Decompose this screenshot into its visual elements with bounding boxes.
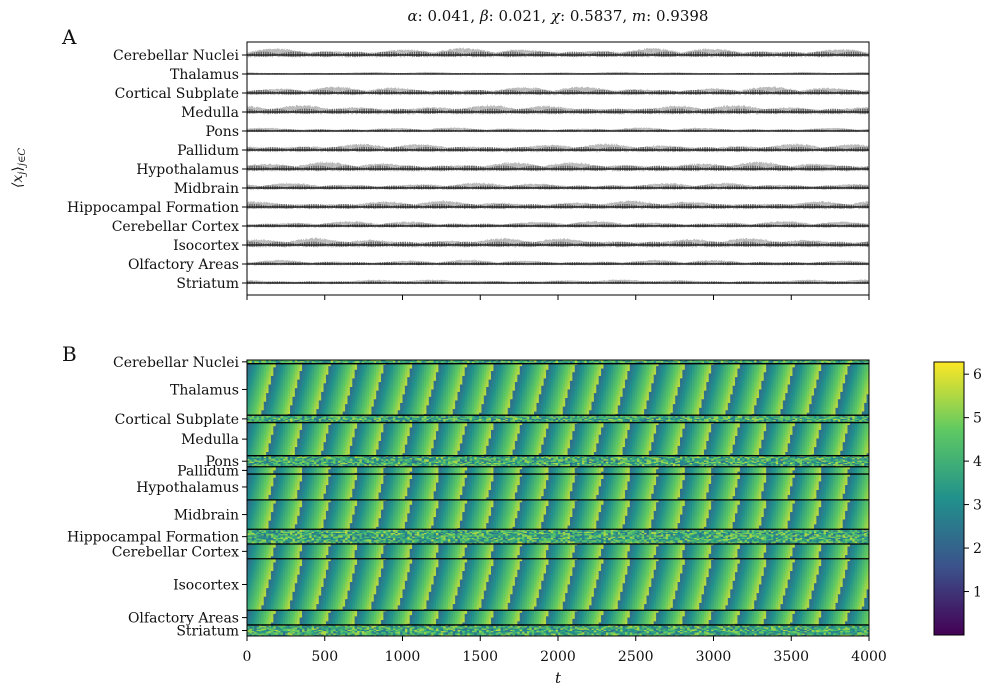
ytick-label: Hippocampal Formation (67, 200, 239, 216)
panel-a-yticks: Cerebellar Nuclei Thalamus Cortical Subpla… (67, 48, 247, 292)
ytick-label: Thalamus (170, 67, 239, 83)
ytick-label: Medulla (181, 105, 239, 121)
panel-b-label: B (62, 342, 77, 366)
title-value: : 0.041, (418, 7, 480, 25)
title-symbol: m (632, 7, 646, 25)
ytick-label: Olfactory Areas (128, 257, 239, 273)
trace-envelope (247, 86, 868, 95)
panel-b-heatmap (247, 360, 869, 636)
ytick-label: Pallidum (177, 143, 239, 159)
panel-b: B Cerebellar NucleiThalamusCortical Subp… (62, 342, 887, 687)
ytick-label: Striatum (176, 276, 239, 292)
title-symbol: β (479, 7, 489, 25)
ytick-label: Midbrain (174, 181, 239, 197)
title-symbol: α (408, 7, 418, 25)
panel-a-traces (247, 48, 869, 285)
panel-a: A ⟨xj⟩j∈C Cerebellar Nuclei Thalamus Corti… (10, 25, 869, 300)
ytick-label: Isocortex (173, 238, 239, 254)
ytick-label: Cerebellar Cortex (112, 219, 239, 235)
title-value: : 0.5837, (560, 7, 632, 25)
trace-envelope (247, 260, 868, 266)
figure-svg: α: 0.041, β: 0.021, χ: 0.5837, m: 0.9398… (0, 0, 996, 691)
title-value: : 0.9398 (646, 7, 708, 25)
ylabel-part: ⟨x (10, 175, 26, 188)
panel-a-label: A (61, 25, 77, 49)
ytick-label: Cerebellar Nuclei (113, 48, 240, 64)
trace-envelope (247, 48, 868, 58)
title-value: : 0.021, (489, 7, 551, 25)
panel-a-xticks (247, 295, 869, 300)
panel-a-ylabel: ⟨xj⟩j∈C (10, 148, 28, 188)
ytick-label: Cortical Subplate (115, 86, 239, 102)
trace-envelope (247, 221, 868, 228)
ytick-label: Hypothalamus (136, 162, 239, 178)
ylabel-sub: j∈C (17, 148, 28, 169)
ytick-label: Pons (206, 124, 239, 140)
figure: α: 0.041, β: 0.021, χ: 0.5837, m: 0.9398… (0, 0, 996, 691)
figure-title: α: 0.041, β: 0.021, χ: 0.5837, m: 0.9398 (408, 7, 709, 25)
